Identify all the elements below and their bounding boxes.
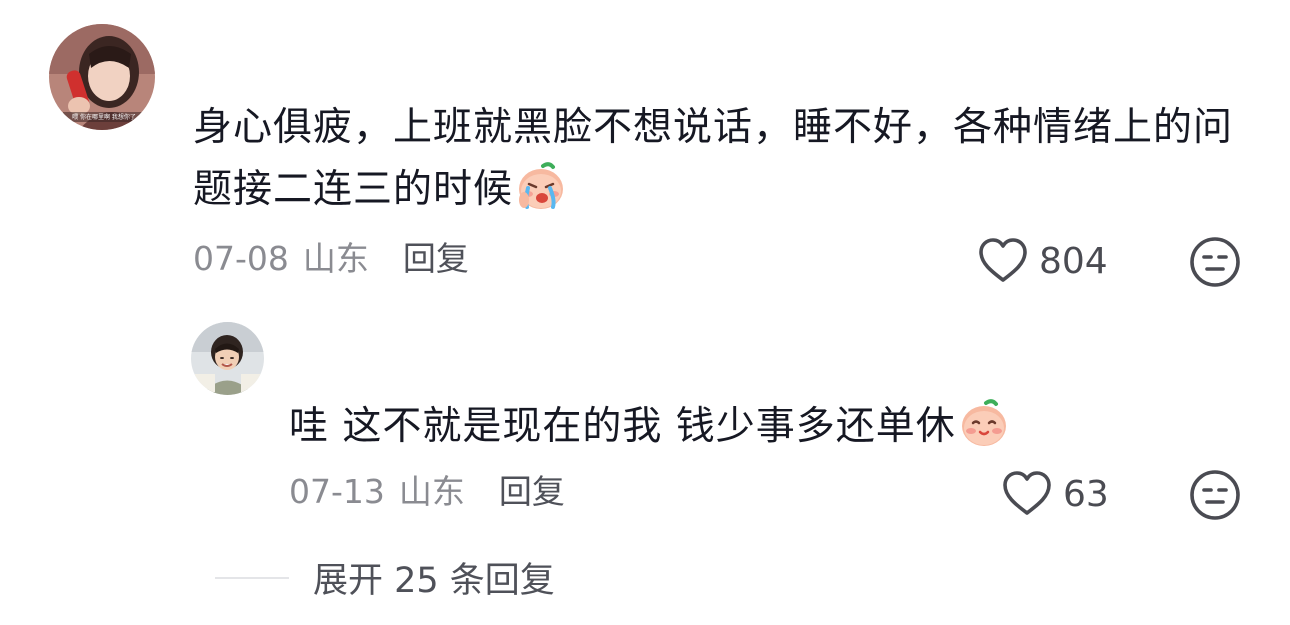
like-button[interactable]: 804 xyxy=(977,237,1108,285)
replier-avatar[interactable] xyxy=(191,322,264,395)
avatar-image xyxy=(191,322,264,395)
comment-meta: 07-08 山东 回复 xyxy=(193,239,469,279)
comment-text: 身心俱疲，上班就黑脸不想说话，睡不好，各种情绪上的问题接二连三的时候 xyxy=(193,97,1253,231)
comment-region: 山东 xyxy=(302,239,369,278)
divider-line xyxy=(215,576,289,579)
reply-date: 07-13 xyxy=(289,472,385,511)
heart-icon xyxy=(979,238,1027,282)
like-button[interactable]: 63 xyxy=(1001,470,1109,518)
comment-date: 07-08 xyxy=(193,239,289,278)
commenter-avatar[interactable]: 喂 你在哪里啊 我想你了 xyxy=(49,24,155,130)
avatar-image: 喂 你在哪里啊 我想你了 xyxy=(49,24,155,130)
like-count: 804 xyxy=(1039,240,1108,282)
neutral-face-icon xyxy=(1190,237,1240,287)
dislike-button[interactable] xyxy=(1189,469,1241,521)
comment-text-content: 身心俱疲，上班就黑脸不想说话，睡不好，各种情绪上的问题接二连三的时候 xyxy=(193,105,1234,212)
avatar-caption: 喂 你在哪里啊 我想你了 xyxy=(72,113,136,121)
expand-replies-button[interactable]: 展开 25 条回复 xyxy=(215,552,555,603)
reply-button[interactable]: 回复 xyxy=(403,239,469,279)
reply-meta: 07-13 山东 回复 xyxy=(289,472,565,512)
blushing-face-emoji xyxy=(958,397,1010,468)
like-count: 63 xyxy=(1063,473,1109,515)
crying-face-emoji xyxy=(515,160,567,231)
reply-button[interactable]: 回复 xyxy=(499,472,565,512)
neutral-face-icon xyxy=(1190,470,1240,520)
reply-region: 山东 xyxy=(398,472,465,511)
reply-text: 哇 这不就是现在的我 钱少事多还单休 xyxy=(289,396,1089,468)
expand-replies-label: 展开 25 条回复 xyxy=(313,561,555,601)
dislike-button[interactable] xyxy=(1189,236,1241,288)
reply-text-content: 哇 这不就是现在的我 钱少事多还单休 xyxy=(289,404,956,449)
heart-icon xyxy=(1003,471,1051,515)
